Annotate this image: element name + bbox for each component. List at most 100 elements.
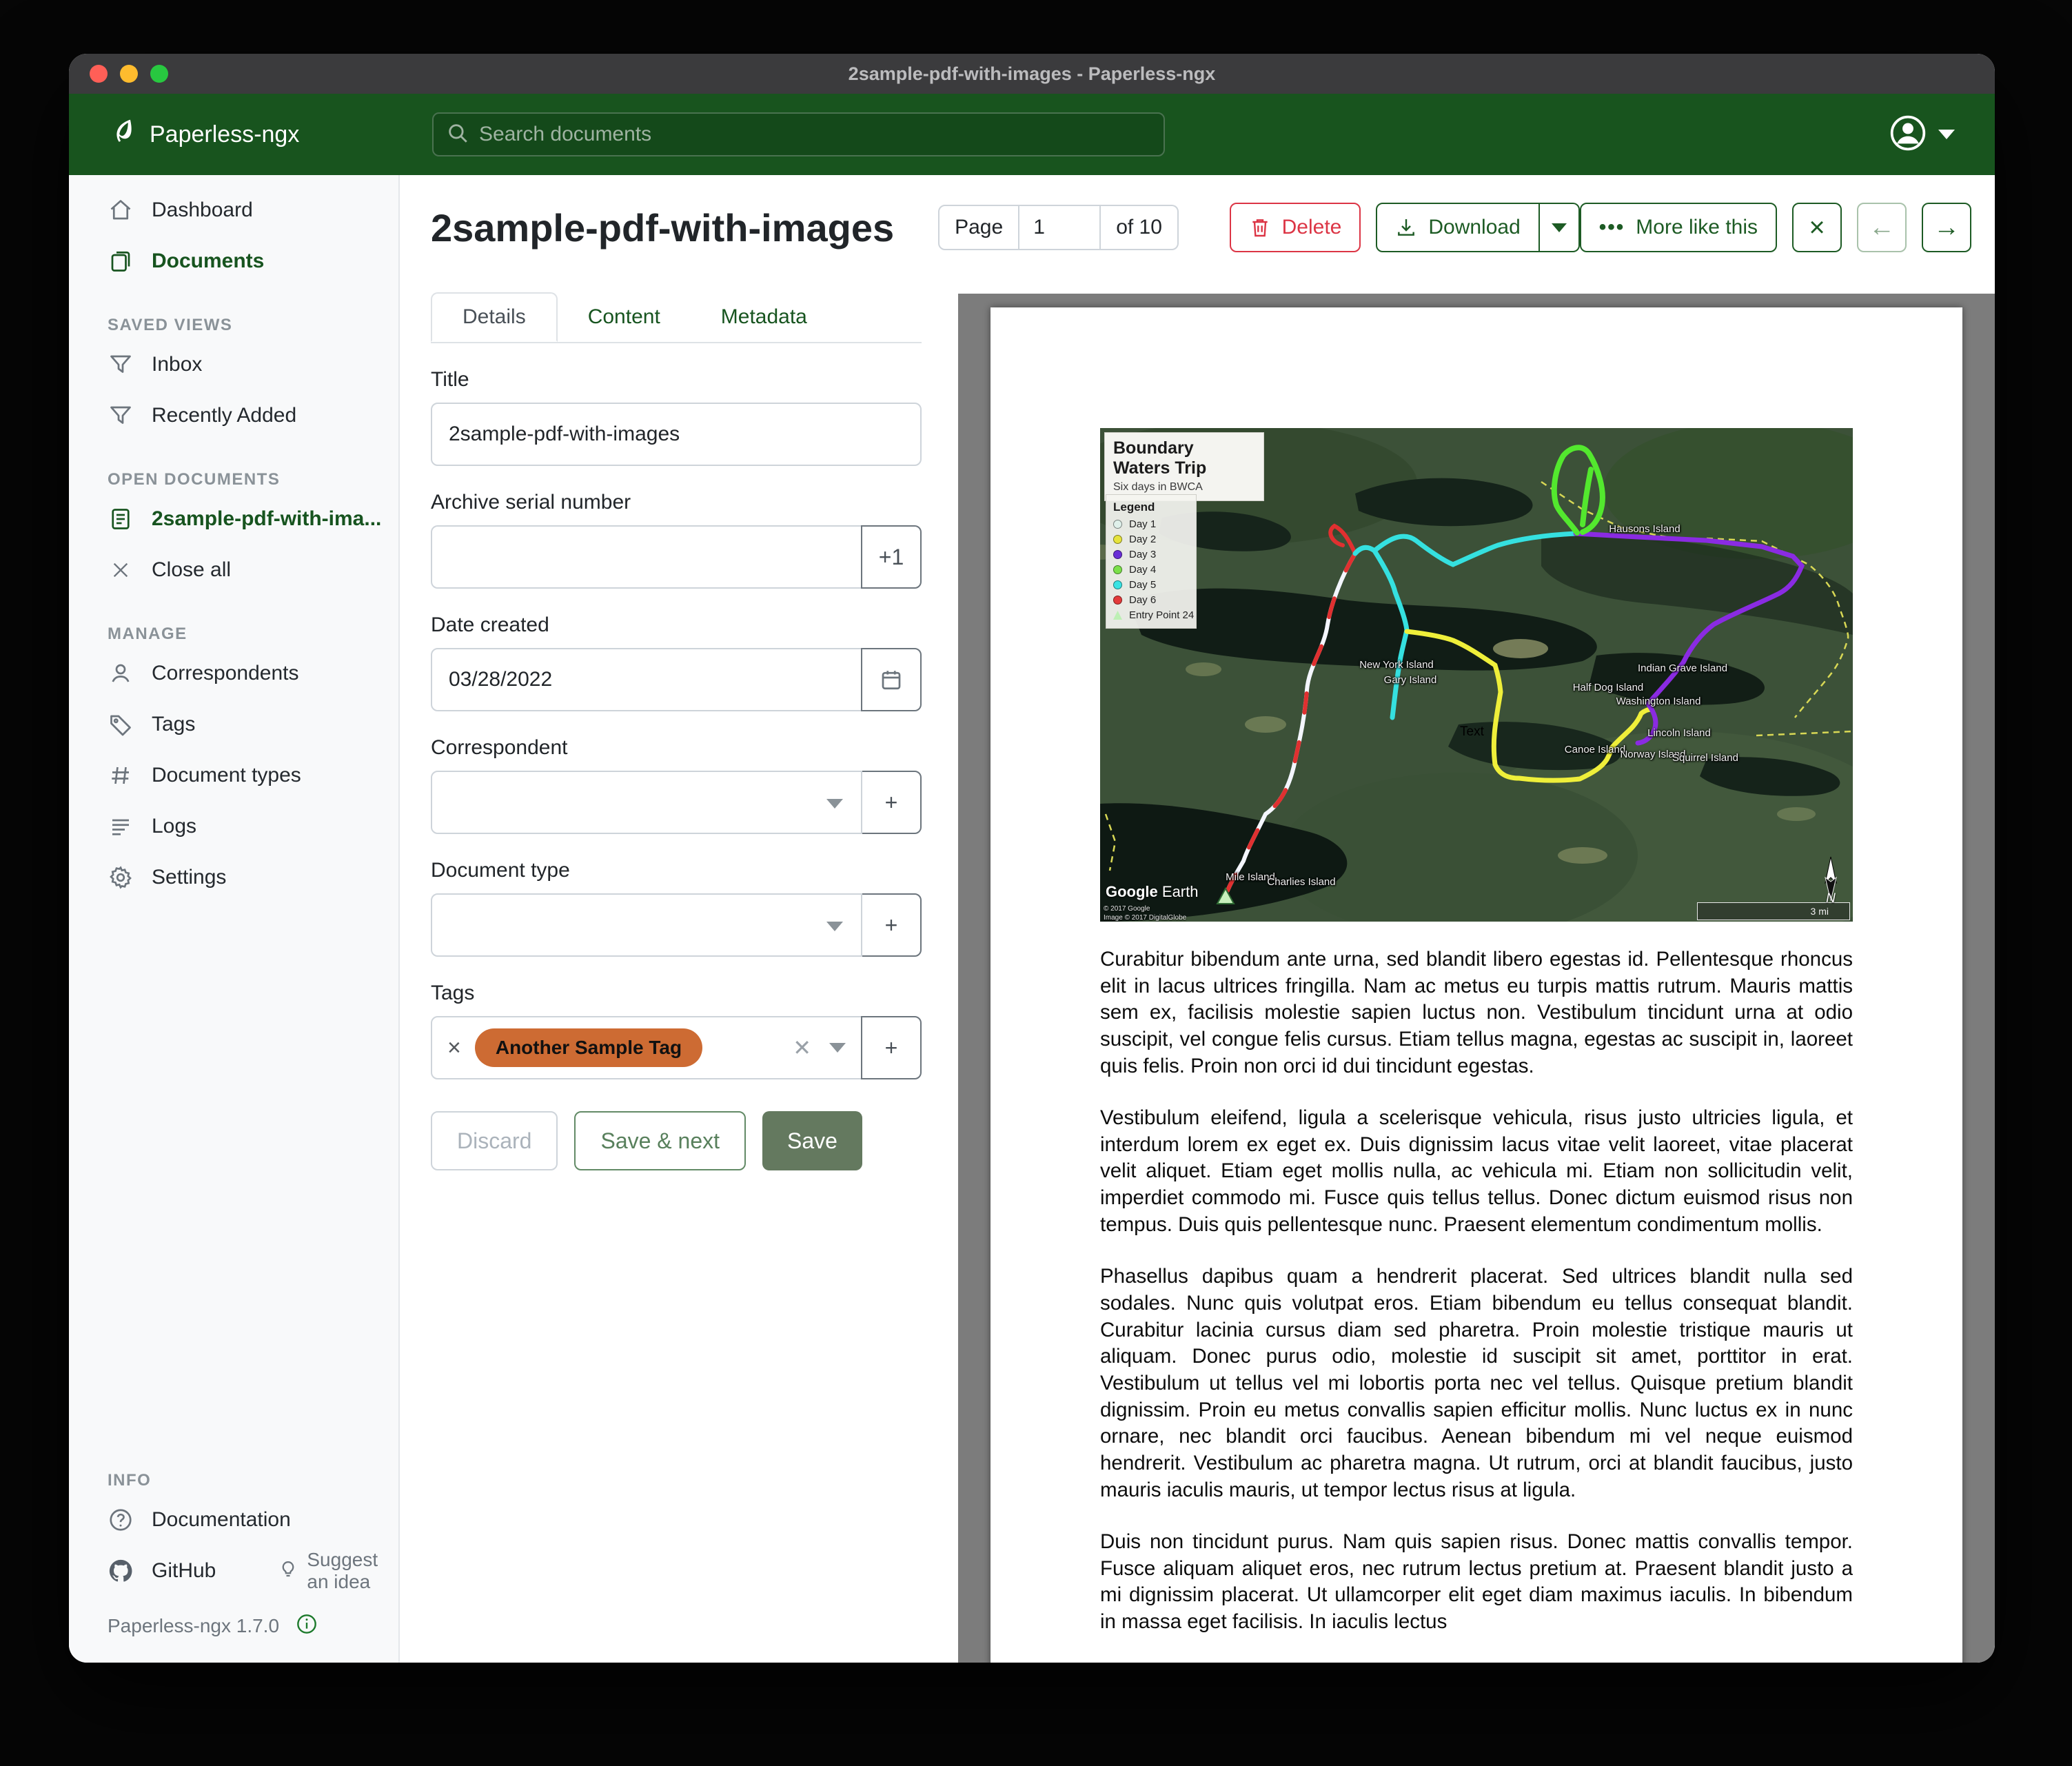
discard-button[interactable]: Discard [431, 1111, 558, 1170]
save-next-button[interactable]: Save & next [574, 1111, 746, 1170]
pdf-page: Boundary Waters Trip Six days in BWCA Le… [991, 307, 1962, 1663]
open-documents-header: OPEN DOCUMENTS [108, 470, 398, 489]
sidebar-item-label: Dashboard [152, 199, 253, 222]
suggest-idea-link[interactable]: Suggest an idea [278, 1549, 398, 1593]
sidebar-item-dashboard[interactable]: Dashboard [69, 185, 398, 236]
previous-document-button[interactable]: ← [1857, 203, 1907, 252]
page-number-input[interactable] [1019, 205, 1101, 250]
compass-icon: N [1818, 854, 1843, 906]
page-total-label: of 10 [1101, 205, 1179, 250]
delete-button[interactable]: Delete [1230, 203, 1361, 252]
island-label: New York Island [1359, 659, 1434, 671]
tags-label: Tags [431, 982, 922, 1005]
legend-item: Day 4 [1113, 564, 1189, 576]
sidebar-item-tags[interactable]: Tags [69, 699, 398, 750]
add-document-type-button[interactable]: + [861, 893, 922, 957]
user-avatar-icon [1889, 114, 1927, 156]
page-navigator: Page of 10 [938, 205, 1179, 250]
date-created-label: Date created [431, 613, 922, 637]
sidebar-item-label: Recently Added [152, 404, 296, 427]
saved-views-header: SAVED VIEWS [108, 316, 398, 335]
download-options-button[interactable] [1540, 203, 1580, 252]
chevron-down-icon [826, 799, 843, 809]
search-box[interactable] [432, 112, 1165, 156]
chevron-down-icon [829, 1043, 846, 1053]
page-label: Page [938, 205, 1019, 250]
legend-label: Entry Point 24 [1129, 609, 1194, 621]
add-tag-button[interactable]: + [861, 1016, 922, 1079]
add-correspondent-button[interactable]: + [861, 771, 922, 834]
macos-titlebar: 2sample-pdf-with-images - Paperless-ngx [69, 54, 1995, 94]
pdf-preview-pane[interactable]: Boundary Waters Trip Six days in BWCA Le… [958, 294, 1995, 1663]
correspondent-label: Correspondent [431, 736, 922, 760]
island-label: Charlies Island [1267, 876, 1335, 888]
tab-content[interactable]: Content [558, 292, 691, 342]
tag-chip[interactable]: Another Sample Tag [475, 1028, 702, 1067]
sidebar-item-recently-added[interactable]: Recently Added [69, 390, 398, 441]
legend-item: Day 6 [1113, 594, 1189, 606]
correspondent-select[interactable] [431, 771, 862, 834]
sidebar-item-logs[interactable]: Logs [69, 801, 398, 852]
credit-bold: Google [1106, 883, 1158, 900]
page-title: 2sample-pdf-with-images [431, 205, 894, 250]
person-icon [108, 661, 134, 686]
sidebar-item-github[interactable]: GitHub Suggest an idea [69, 1545, 398, 1596]
brand[interactable]: Paperless-ngx [107, 116, 299, 153]
sidebar-item-close-all[interactable]: Close all [69, 545, 398, 596]
download-split-button: Download [1376, 203, 1579, 252]
island-label: Half Dog Island [1573, 682, 1644, 693]
map-title: Boundary Waters Trip [1113, 438, 1255, 478]
sidebar-item-label: Document types [152, 764, 301, 787]
title-field-label: Title [431, 368, 922, 392]
tab-details[interactable]: Details [431, 292, 558, 342]
filter-icon [108, 352, 134, 377]
legend-label: Day 2 [1129, 534, 1156, 545]
sidebar-item-settings[interactable]: Settings [69, 852, 398, 903]
tab-metadata[interactable]: Metadata [691, 292, 837, 342]
manage-header: MANAGE [108, 625, 398, 644]
sidebar-item-label: Correspondents [152, 662, 298, 685]
dots-icon: ••• [1599, 216, 1625, 239]
sidebar-item-documents[interactable]: Documents [69, 236, 398, 287]
gear-icon [108, 865, 134, 890]
sidebar-item-inbox[interactable]: Inbox [69, 339, 398, 390]
document-type-select[interactable] [431, 893, 862, 957]
clear-tags-icon[interactable]: ✕ [793, 1035, 811, 1061]
date-created-field[interactable] [431, 648, 862, 711]
sidebar-item-label: Documents [152, 250, 264, 273]
version-row: Paperless-ngx 1.7.0 [69, 1596, 398, 1656]
app-navbar: Paperless-ngx [69, 94, 1995, 175]
sidebar-item-label: 2sample-pdf-with-ima... [152, 507, 381, 531]
pdf-paragraph: Duis non tincidunt purus. Nam quis sapie… [1100, 1529, 1853, 1636]
more-like-this-button[interactable]: ••• More like this [1580, 203, 1777, 252]
map-copyright-1: © 2017 Google [1104, 905, 1150, 913]
info-icon[interactable] [296, 1613, 318, 1640]
save-button[interactable]: Save [762, 1111, 862, 1170]
sidebar-item-document-types[interactable]: Document types [69, 750, 398, 801]
sidebar-item-label: Close all [152, 558, 231, 582]
sidebar-item-open-document[interactable]: 2sample-pdf-with-ima... [69, 494, 398, 545]
tags-select[interactable]: × Another Sample Tag ✕ [431, 1016, 862, 1079]
remove-tag-icon[interactable]: × [447, 1036, 461, 1059]
pdf-paragraph: Curabitur bibendum ante urna, sed blandi… [1100, 946, 1853, 1079]
sidebar-item-correspondents[interactable]: Correspondents [69, 648, 398, 699]
arrow-right-icon: → [1933, 213, 1960, 243]
suggest-idea-label: Suggest an idea [307, 1549, 398, 1593]
home-icon [108, 198, 134, 223]
calendar-button[interactable] [861, 648, 922, 711]
main-area: 2sample-pdf-with-images Page of 10 Delet… [400, 175, 1995, 1663]
title-field[interactable] [431, 403, 922, 466]
search-input[interactable] [479, 123, 1151, 146]
download-button[interactable]: Download [1376, 203, 1539, 252]
asn-field[interactable] [431, 525, 862, 589]
next-document-button[interactable]: → [1922, 203, 1971, 252]
asn-plus-one-button[interactable]: +1 [861, 525, 922, 589]
close-document-button[interactable]: × [1792, 203, 1842, 252]
sidebar: Dashboard Documents SAVED VIEWS Inbox Re… [69, 175, 400, 1663]
user-menu[interactable] [1889, 94, 1955, 175]
pdf-paragraph: Phasellus dapibus quam a hendrerit place… [1100, 1263, 1853, 1503]
day1-swatch [1113, 520, 1122, 529]
sidebar-item-documentation[interactable]: Documentation [69, 1494, 398, 1545]
chevron-down-icon [1938, 130, 1955, 139]
legend-item: Entry Point 24 [1113, 609, 1189, 621]
